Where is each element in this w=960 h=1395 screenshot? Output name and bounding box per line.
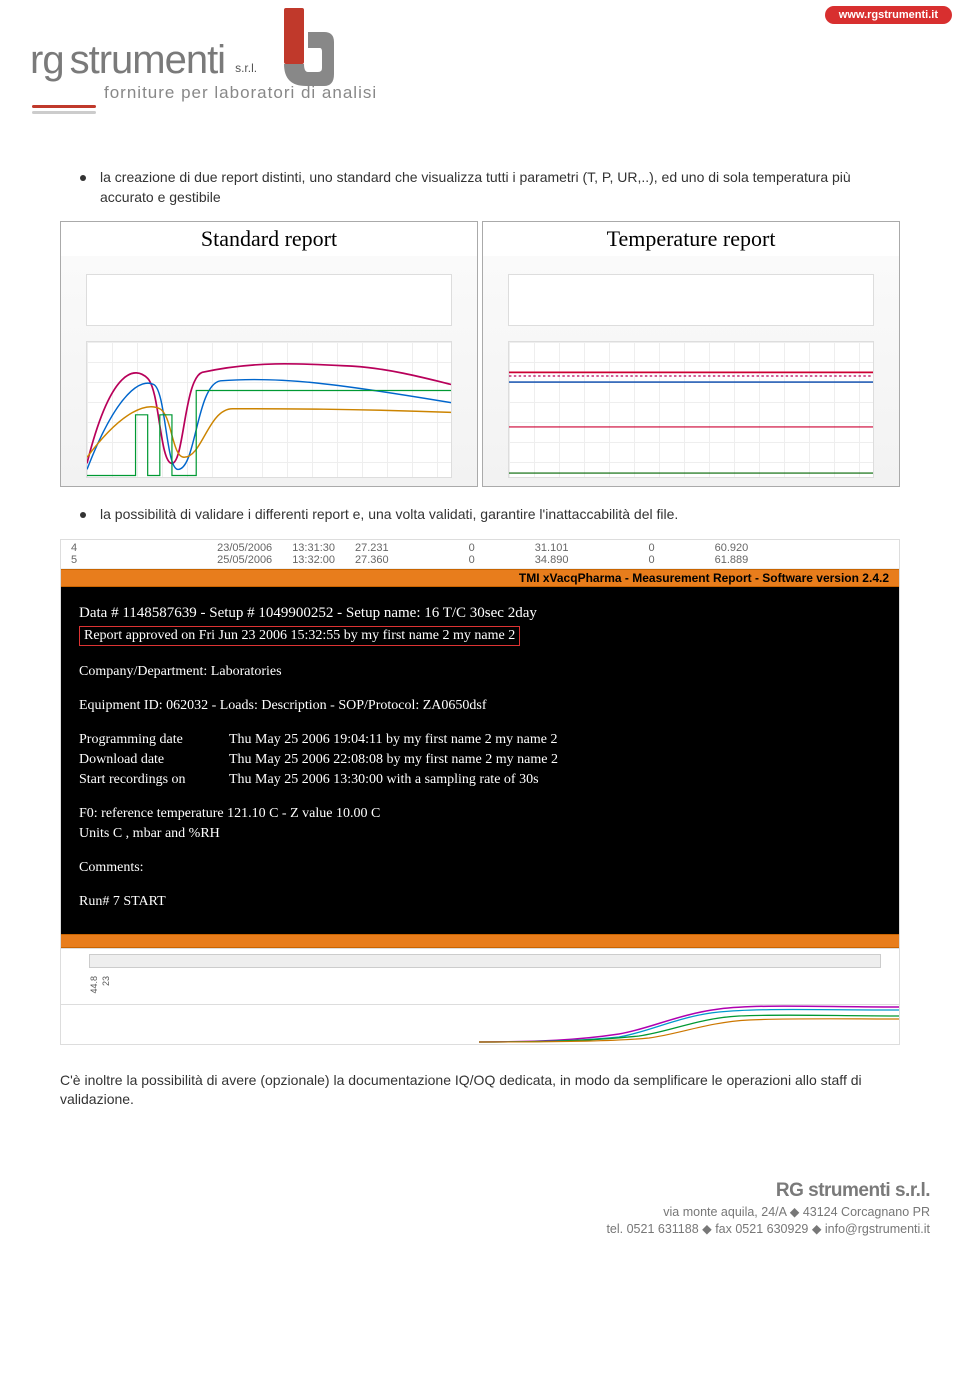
page-header: www.rgstrumenti.it rg strumenti s.r.l. f… xyxy=(0,0,960,160)
final-paragraph: C'è inoltre la possibilità di avere (opz… xyxy=(60,1071,900,1110)
page-content: la creazione di due report distinti, uno… xyxy=(0,168,960,1130)
screenshot-temperature: Temperature report xyxy=(482,221,900,487)
cell: 27.231 xyxy=(355,542,389,554)
report-run-line: Run# 7 START xyxy=(79,894,881,910)
screenshot-standard-title: Standard report xyxy=(61,222,477,256)
footer-brand: RG strumenti s.r.l. xyxy=(0,1180,930,1202)
cell: 27.360 xyxy=(355,554,389,566)
bullet-dot-icon xyxy=(80,512,86,518)
report-equipment-line: Equipment ID: 062032 - Loads: Descriptio… xyxy=(79,698,881,714)
cell: 25/05/2006 xyxy=(217,554,272,566)
report-company-line: Company/Department: Laboratories xyxy=(79,664,881,680)
report-screenshot: 4 23/05/2006 13:31:30 27.231 0 31.101 0 … xyxy=(60,539,900,1045)
bullet-dot-icon xyxy=(80,175,86,181)
cell: 0 xyxy=(469,542,475,554)
report-approved-line: Report approved on Fri Jun 23 2006 15:32… xyxy=(79,626,520,646)
report-data-line: Data # 1148587639 - Setup # 1049900252 -… xyxy=(79,605,881,622)
report-footer-area: 44.8 23 xyxy=(61,948,899,1004)
cell: 13:31:30 xyxy=(292,542,335,554)
logo-icon xyxy=(238,8,338,101)
report-prog-label: Programming date xyxy=(79,732,229,748)
cell: 0 xyxy=(648,554,654,566)
bullet-2: la possibilità di validare i differenti … xyxy=(80,505,900,525)
report-f0-line: F0: reference temperature 121.10 C - Z v… xyxy=(79,806,881,822)
report-comments-line: Comments: xyxy=(79,860,881,876)
brand-rg: rg xyxy=(30,38,64,83)
axis-tick: 44.8 xyxy=(89,976,99,994)
report-top-rows: 4 23/05/2006 13:31:30 27.231 0 31.101 0 … xyxy=(61,540,899,569)
report-start-val: Thu May 25 2006 13:30:00 with a sampling… xyxy=(229,772,539,788)
cell: 4 xyxy=(71,542,77,554)
bullet-1-text: la creazione di due report distinti, uno… xyxy=(100,168,900,207)
cell: 13:32:00 xyxy=(292,554,335,566)
cell: 0 xyxy=(648,542,654,554)
report-body: Data # 1148587639 - Setup # 1049900252 -… xyxy=(61,587,899,934)
cell: 31.101 xyxy=(535,542,569,554)
cell: 34.890 xyxy=(535,554,569,566)
cell: 0 xyxy=(469,554,475,566)
report-prog-val: Thu May 25 2006 19:04:11 by my first nam… xyxy=(229,732,557,748)
report-graph-strip xyxy=(61,1004,899,1044)
cell: 60.920 xyxy=(715,542,749,554)
cell: 5 xyxy=(71,554,77,566)
report-title-bar: TMI xVacqPharma - Measurement Report - S… xyxy=(61,569,899,587)
axis-tick: 23 xyxy=(101,976,111,986)
cell: 61.889 xyxy=(715,554,749,566)
report-separator-bar xyxy=(61,934,899,948)
report-dl-val: Thu May 25 2006 22:08:08 by my first nam… xyxy=(229,752,558,768)
footer-address: via monte aquila, 24/A ◆ 43124 Corcagnan… xyxy=(0,1204,930,1219)
bullet-1: la creazione di due report distinti, uno… xyxy=(80,168,900,207)
bullet-2-text: la possibilità di validare i differenti … xyxy=(100,505,678,525)
screenshot-standard: Standard report xyxy=(60,221,478,487)
website-badge: www.rgstrumenti.it xyxy=(825,6,952,24)
brand-strumenti: strumenti xyxy=(70,38,226,83)
report-units-line: Units C , mbar and %RH xyxy=(79,826,881,842)
brand-underline xyxy=(32,105,96,108)
report-start-label: Start recordings on xyxy=(79,772,229,788)
report-dl-label: Download date xyxy=(79,752,229,768)
screenshot-row: Standard report Temperature report xyxy=(60,221,900,487)
scrollbar[interactable] xyxy=(89,954,881,968)
screenshot-temperature-title: Temperature report xyxy=(483,222,899,256)
brand-logo: rg strumenti s.r.l. forniture per labora… xyxy=(30,38,930,108)
footer-tel: tel. 0521 631188 ◆ fax 0521 630929 ◆ inf… xyxy=(0,1221,930,1236)
page-footer: RG strumenti s.r.l. via monte aquila, 24… xyxy=(0,1180,960,1250)
cell: 23/05/2006 xyxy=(217,542,272,554)
